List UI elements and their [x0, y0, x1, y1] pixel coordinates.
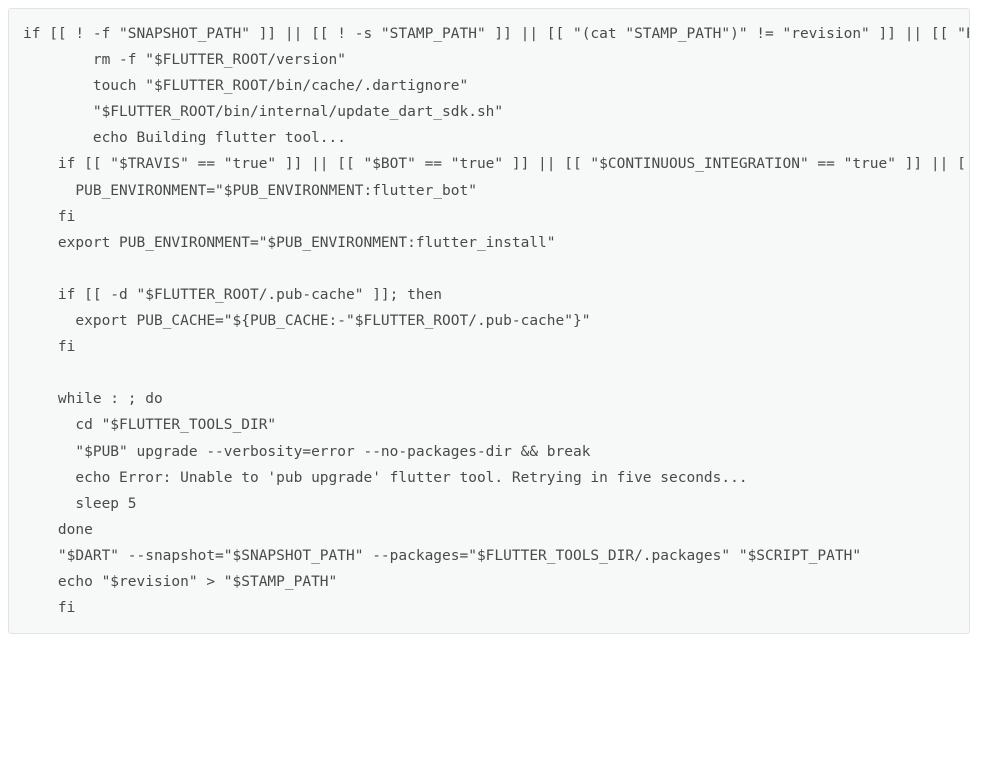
code-block: if [[ ! -f "SNAPSHOT_PATH" ]] || [[ ! -s…	[8, 8, 970, 634]
code-content: if [[ ! -f "SNAPSHOT_PATH" ]] || [[ ! -s…	[23, 26, 970, 616]
